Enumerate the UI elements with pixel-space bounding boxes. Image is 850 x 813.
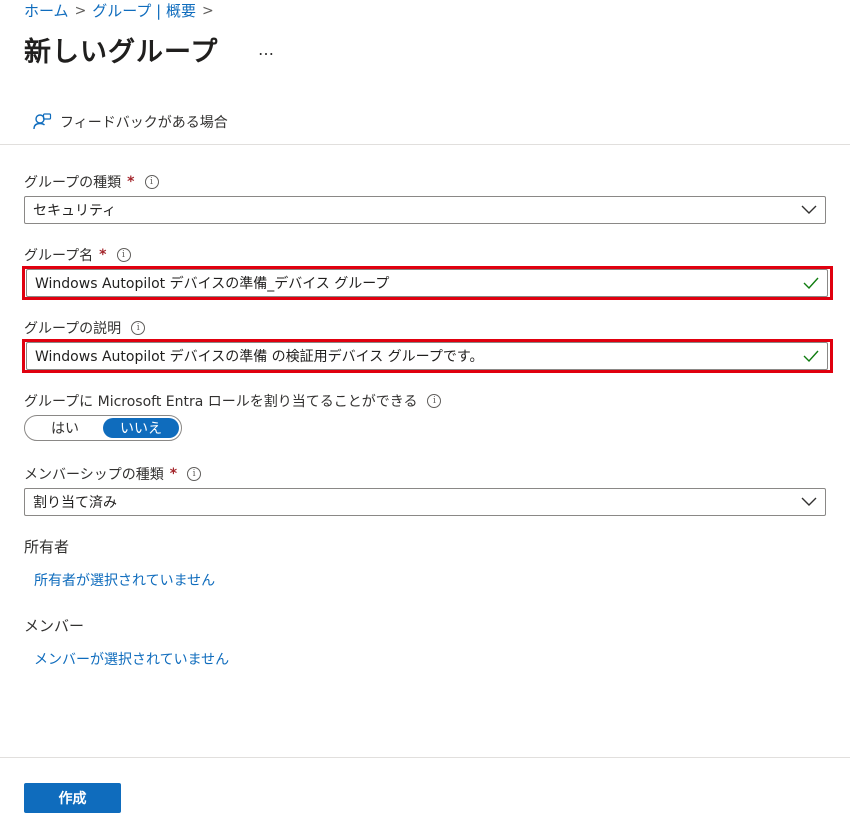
membership-type-label: メンバーシップの種類 * i [24, 464, 202, 484]
chevron-down-icon [801, 205, 817, 214]
chevron-right-icon: > [202, 2, 214, 19]
breadcrumb-home[interactable]: ホーム [24, 0, 69, 21]
info-icon[interactable]: i [427, 394, 442, 408]
info-icon[interactable]: i [187, 467, 202, 481]
feedback-button[interactable]: フィードバックがある場合 [32, 112, 228, 132]
group-name-input[interactable]: Windows Autopilot デバイスの準備_デバイス グループ [26, 269, 828, 297]
feedback-label: フィードバックがある場合 [60, 115, 228, 131]
checkmark-icon [803, 277, 819, 289]
members-label: メンバー [24, 617, 85, 635]
required-marker: * [169, 466, 178, 482]
owners-link[interactable]: 所有者が選択されていません [34, 570, 215, 590]
entra-role-toggle[interactable]: はい いいえ [24, 415, 182, 441]
page-title: 新しいグループ [24, 37, 219, 68]
entra-role-label: グループに Microsoft Entra ロールを割り当てることができる i [24, 391, 442, 411]
checkmark-icon [803, 350, 819, 362]
toggle-option-no[interactable]: いいえ [103, 418, 179, 438]
chevron-down-icon [801, 497, 817, 506]
owners-label: 所有者 [24, 538, 70, 556]
required-marker: * [127, 174, 135, 190]
group-name-label: グループ名 * i [24, 245, 131, 265]
info-icon[interactable]: i [144, 175, 159, 189]
header-divider [0, 144, 850, 145]
group-type-label: グループの種類 * i [24, 172, 159, 192]
breadcrumb-groups-overview[interactable]: グループ | 概要 [92, 0, 196, 21]
membership-type-select[interactable]: 割り当て済み [24, 488, 826, 516]
footer-divider [0, 757, 850, 758]
members-link[interactable]: メンバーが選択されていません [34, 649, 229, 669]
info-icon[interactable]: i [131, 321, 146, 335]
chevron-right-icon: > [74, 2, 87, 19]
group-description-input[interactable]: Windows Autopilot デバイスの準備 の検証用デバイス グループで… [26, 342, 828, 370]
breadcrumb: ホーム > グループ | 概要 > [24, 0, 214, 21]
feedback-icon [33, 113, 52, 130]
required-marker: * [99, 247, 107, 263]
group-type-select[interactable]: セキュリティ [24, 196, 826, 224]
group-description-label: グループの説明 i [24, 318, 146, 338]
more-options-icon[interactable]: … [258, 40, 275, 59]
info-icon[interactable]: i [116, 248, 131, 262]
toggle-option-yes[interactable]: はい [27, 418, 103, 438]
create-button[interactable]: 作成 [24, 783, 121, 813]
